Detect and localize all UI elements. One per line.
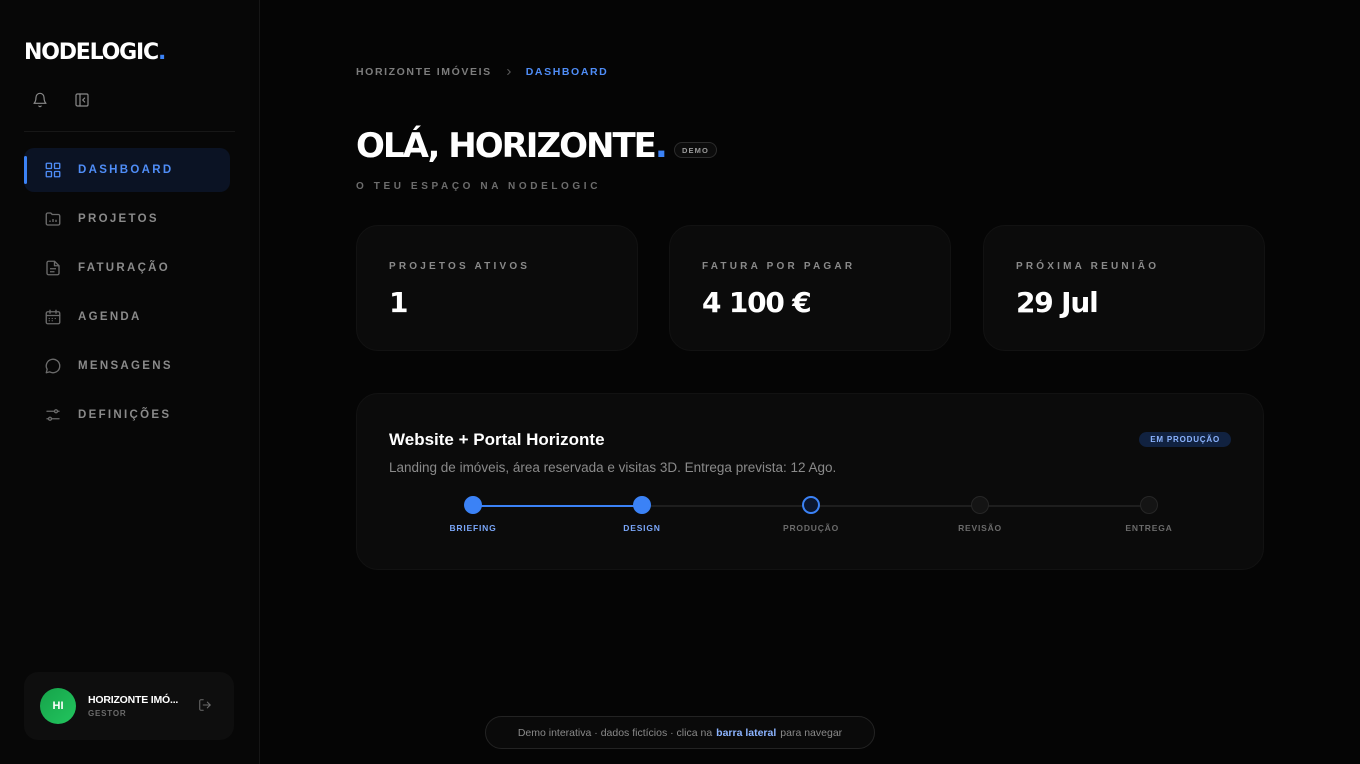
stat-label: FATURA POR PAGAR (702, 261, 856, 272)
breadcrumb-parent[interactable]: HORIZONTE IMÓVEIS (356, 66, 492, 78)
brand-logo[interactable]: NODELOGIC. (24, 40, 166, 65)
page-title: OLÁ, HORIZONTE. (356, 126, 668, 166)
step-dot (971, 496, 989, 514)
page-title-text: OLÁ, HORIZONTE (356, 126, 657, 166)
stat-value: 29 Jul (1016, 286, 1099, 319)
demo-hint-suffix: para navegar (780, 726, 843, 739)
project-card[interactable]: Website + Portal Horizonte Landing de im… (356, 393, 1264, 570)
chevron-right-icon (504, 67, 514, 77)
sidebar-item-definicoes[interactable]: DEFINIÇÕES (24, 393, 230, 437)
demo-hint: Demo interativa · dados fictícios · clic… (485, 716, 875, 749)
step-label: PRODUÇÃO (783, 523, 839, 533)
step-dot (464, 496, 482, 514)
project-description: Landing de imóveis, área reservada e vis… (389, 460, 837, 475)
step-label: BRIEFING (449, 523, 497, 533)
user-info: HORIZONTE IMÓ... GESTOR (88, 694, 178, 718)
sidebar-top-icons (30, 90, 92, 110)
breadcrumb-current: DASHBOARD (525, 66, 609, 78)
stat-card-fatura: FATURA POR PAGAR 4 100 € (669, 225, 951, 351)
step-label: ENTREGA (1125, 523, 1173, 533)
chat-icon (44, 357, 62, 375)
avatar: HI (40, 688, 76, 724)
breadcrumb: HORIZONTE IMÓVEIS DASHBOARD (356, 66, 608, 78)
bell-icon[interactable] (30, 90, 50, 110)
grid-icon (44, 161, 62, 179)
step-dot (802, 496, 820, 514)
sidebar-collapse-icon[interactable] (72, 90, 92, 110)
step-label: REVISÃO (958, 523, 1002, 533)
logout-icon[interactable] (198, 698, 214, 714)
document-icon (44, 259, 62, 277)
sliders-icon (44, 406, 62, 424)
folder-icon (44, 210, 62, 228)
step-dot (633, 496, 651, 514)
brand-name: NODELOGIC (24, 40, 159, 65)
user-role: GESTOR (88, 709, 127, 718)
sidebar-nav: DASHBOARD PROJETOS FATURAÇÃO AGENDA MENS… (24, 148, 230, 442)
sidebar-item-projetos[interactable]: PROJETOS (24, 197, 230, 241)
stat-label: PRÓXIMA REUNIÃO (1016, 261, 1160, 272)
sidebar-item-label: AGENDA (78, 311, 142, 323)
step-4: REVISÃO (930, 496, 1030, 533)
stat-value: 4 100 € (702, 286, 812, 319)
sidebar-item-label: PROJETOS (78, 213, 159, 225)
stat-card-projetos: PROJETOS ATIVOS 1 (356, 225, 638, 351)
step-dot (1140, 496, 1158, 514)
sidebar-item-label: DEFINIÇÕES (78, 409, 172, 421)
step-5: ENTREGA (1099, 496, 1199, 533)
step-1: BRIEFING (423, 496, 523, 533)
stat-card-reuniao: PRÓXIMA REUNIÃO 29 Jul (983, 225, 1265, 351)
step-label: DESIGN (623, 523, 661, 533)
sidebar-item-mensagens[interactable]: MENSAGENS (24, 344, 230, 388)
step-2: DESIGN (592, 496, 692, 533)
stat-label: PROJETOS ATIVOS (389, 261, 531, 272)
sidebar-item-dashboard[interactable]: DASHBOARD (24, 148, 230, 192)
page-subtitle: O TEU ESPAÇO NA NODELOGIC (356, 181, 602, 192)
page-title-dot: . (654, 126, 668, 166)
sidebar: NODELOGIC. DASHBOARD PROJETOS FATURAÇÃO (0, 0, 260, 764)
step-3: PRODUÇÃO (761, 496, 861, 533)
sidebar-item-label: FATURAÇÃO (78, 262, 171, 274)
sidebar-item-agenda[interactable]: AGENDA (24, 295, 230, 339)
status-badge: EM PRODUÇÃO (1139, 432, 1231, 447)
user-card[interactable]: HI HORIZONTE IMÓ... GESTOR (24, 672, 234, 740)
project-title: Website + Portal Horizonte (389, 430, 605, 449)
demo-hint-prefix: Demo interativa · dados fictícios · clic… (517, 726, 713, 739)
demo-hint-link[interactable]: barra lateral (716, 727, 776, 739)
sidebar-item-label: MENSAGENS (78, 360, 173, 372)
sidebar-item-faturacao[interactable]: FATURAÇÃO (24, 246, 230, 290)
project-stepper: BRIEFING DESIGN PRODUÇÃO REVISÃO ENTREGA (389, 496, 1233, 546)
sidebar-divider (24, 131, 235, 132)
demo-badge: DEMO (674, 142, 717, 158)
user-name: HORIZONTE IMÓ... (88, 694, 179, 706)
brand-dot: . (157, 40, 166, 65)
calendar-icon (44, 308, 62, 326)
sidebar-item-label: DASHBOARD (78, 164, 174, 176)
stat-value: 1 (389, 286, 409, 319)
